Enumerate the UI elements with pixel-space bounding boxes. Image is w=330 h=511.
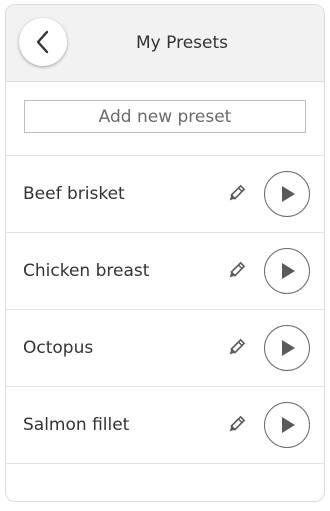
- play-icon: [282, 340, 295, 356]
- preset-row[interactable]: Octopus: [6, 310, 324, 387]
- preset-name: Octopus: [23, 338, 94, 358]
- pencil-icon[interactable]: [226, 415, 246, 435]
- preset-name: Salmon fillet: [23, 415, 130, 435]
- pencil-icon[interactable]: [226, 184, 246, 204]
- presets-screen: My Presets Add new preset Beef brisket C…: [5, 4, 325, 502]
- play-icon: [282, 263, 295, 279]
- header-bar: My Presets: [6, 5, 324, 82]
- add-preset-button[interactable]: Add new preset: [24, 100, 306, 133]
- play-button[interactable]: [264, 171, 310, 217]
- play-button[interactable]: [264, 248, 310, 294]
- preset-row[interactable]: Beef brisket: [6, 156, 324, 233]
- play-button[interactable]: [264, 402, 310, 448]
- preset-name: Chicken breast: [23, 261, 150, 281]
- play-button[interactable]: [264, 325, 310, 371]
- pencil-icon[interactable]: [226, 338, 246, 358]
- page-title: My Presets: [136, 33, 228, 53]
- preset-row[interactable]: Salmon fillet: [6, 387, 324, 464]
- preset-row[interactable]: Chicken breast: [6, 233, 324, 310]
- play-icon: [282, 186, 295, 202]
- pencil-icon[interactable]: [226, 261, 246, 281]
- play-icon: [282, 417, 295, 433]
- preset-name: Beef brisket: [23, 184, 125, 204]
- add-preset-section: Add new preset: [6, 82, 324, 156]
